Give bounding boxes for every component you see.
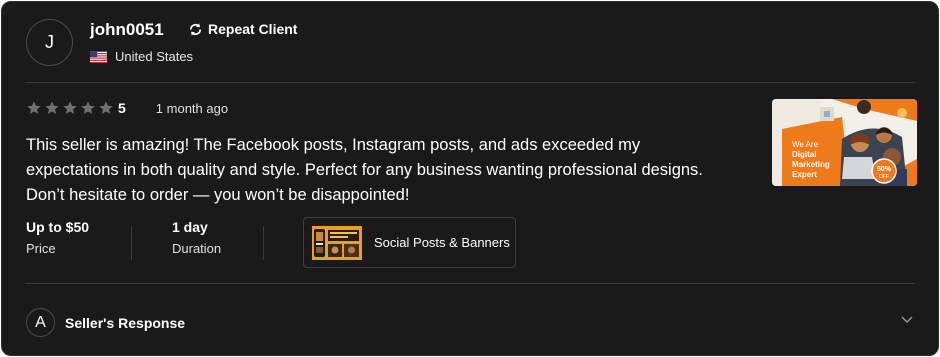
repeat-client-label: Repeat Client [208,21,298,37]
sellers-response-label: Seller's Response [65,314,186,331]
chevron-down-icon[interactable] [900,312,914,326]
rating-row: 5 1 month ago [26,100,228,116]
price-value: Up to $50 [26,219,90,235]
sellers-response-toggle[interactable]: A Seller's Response [26,308,185,337]
reviewer-username[interactable]: john0051 [90,20,164,40]
star-icon [99,101,113,114]
us-flag-icon [90,50,107,63]
gig-title: Social Posts & Banners [374,235,510,250]
repeat-client-badge: Repeat Client [188,21,297,37]
response-divider [25,283,915,284]
rating-value: 5 [118,100,126,116]
attachment-badge-label: OFF [879,174,889,180]
review-card: J john0051 Repeat Client United States 5… [1,1,939,356]
attachment-badge-value: 50% [877,166,892,173]
reviewer-initial: J [45,32,54,52]
attachment-headline-2: Digital [792,150,816,159]
star-icon [81,101,95,114]
attachment-headline-3: Marketing [792,160,830,169]
duration-value: 1 day [172,219,208,235]
duration-label: Duration [172,241,222,256]
repeat-icon [189,22,202,36]
star-icon [45,101,59,114]
star-icon [63,101,77,114]
price-label: Price [26,241,56,256]
meta-separator [131,226,132,260]
seller-initial: A [35,313,46,331]
price-info: Up to $50 Price [26,219,89,256]
reviewer-avatar[interactable]: J [26,19,73,66]
review-attachment-image[interactable]: We Are Digital Marketing Expert 50% OFF [772,99,917,186]
gig-thumbnail [312,225,362,260]
country-label: United States [115,49,194,64]
header-divider [25,82,915,83]
attachment-headline-1: We Are [792,140,819,149]
attachment-artwork: We Are Digital Marketing Expert 50% OFF [772,99,917,186]
star-icon [27,101,41,114]
star-rating [26,100,114,116]
duration-info: 1 day Duration [172,219,221,256]
seller-avatar: A [26,308,55,337]
meta-separator [263,226,264,260]
attachment-headline-4: Expert [792,170,817,179]
gig-link[interactable]: Social Posts & Banners [303,217,516,268]
review-text: This seller is amazing! The Facebook pos… [26,136,703,204]
review-time: 1 month ago [155,100,229,116]
reviewer-country: United States [90,49,193,64]
